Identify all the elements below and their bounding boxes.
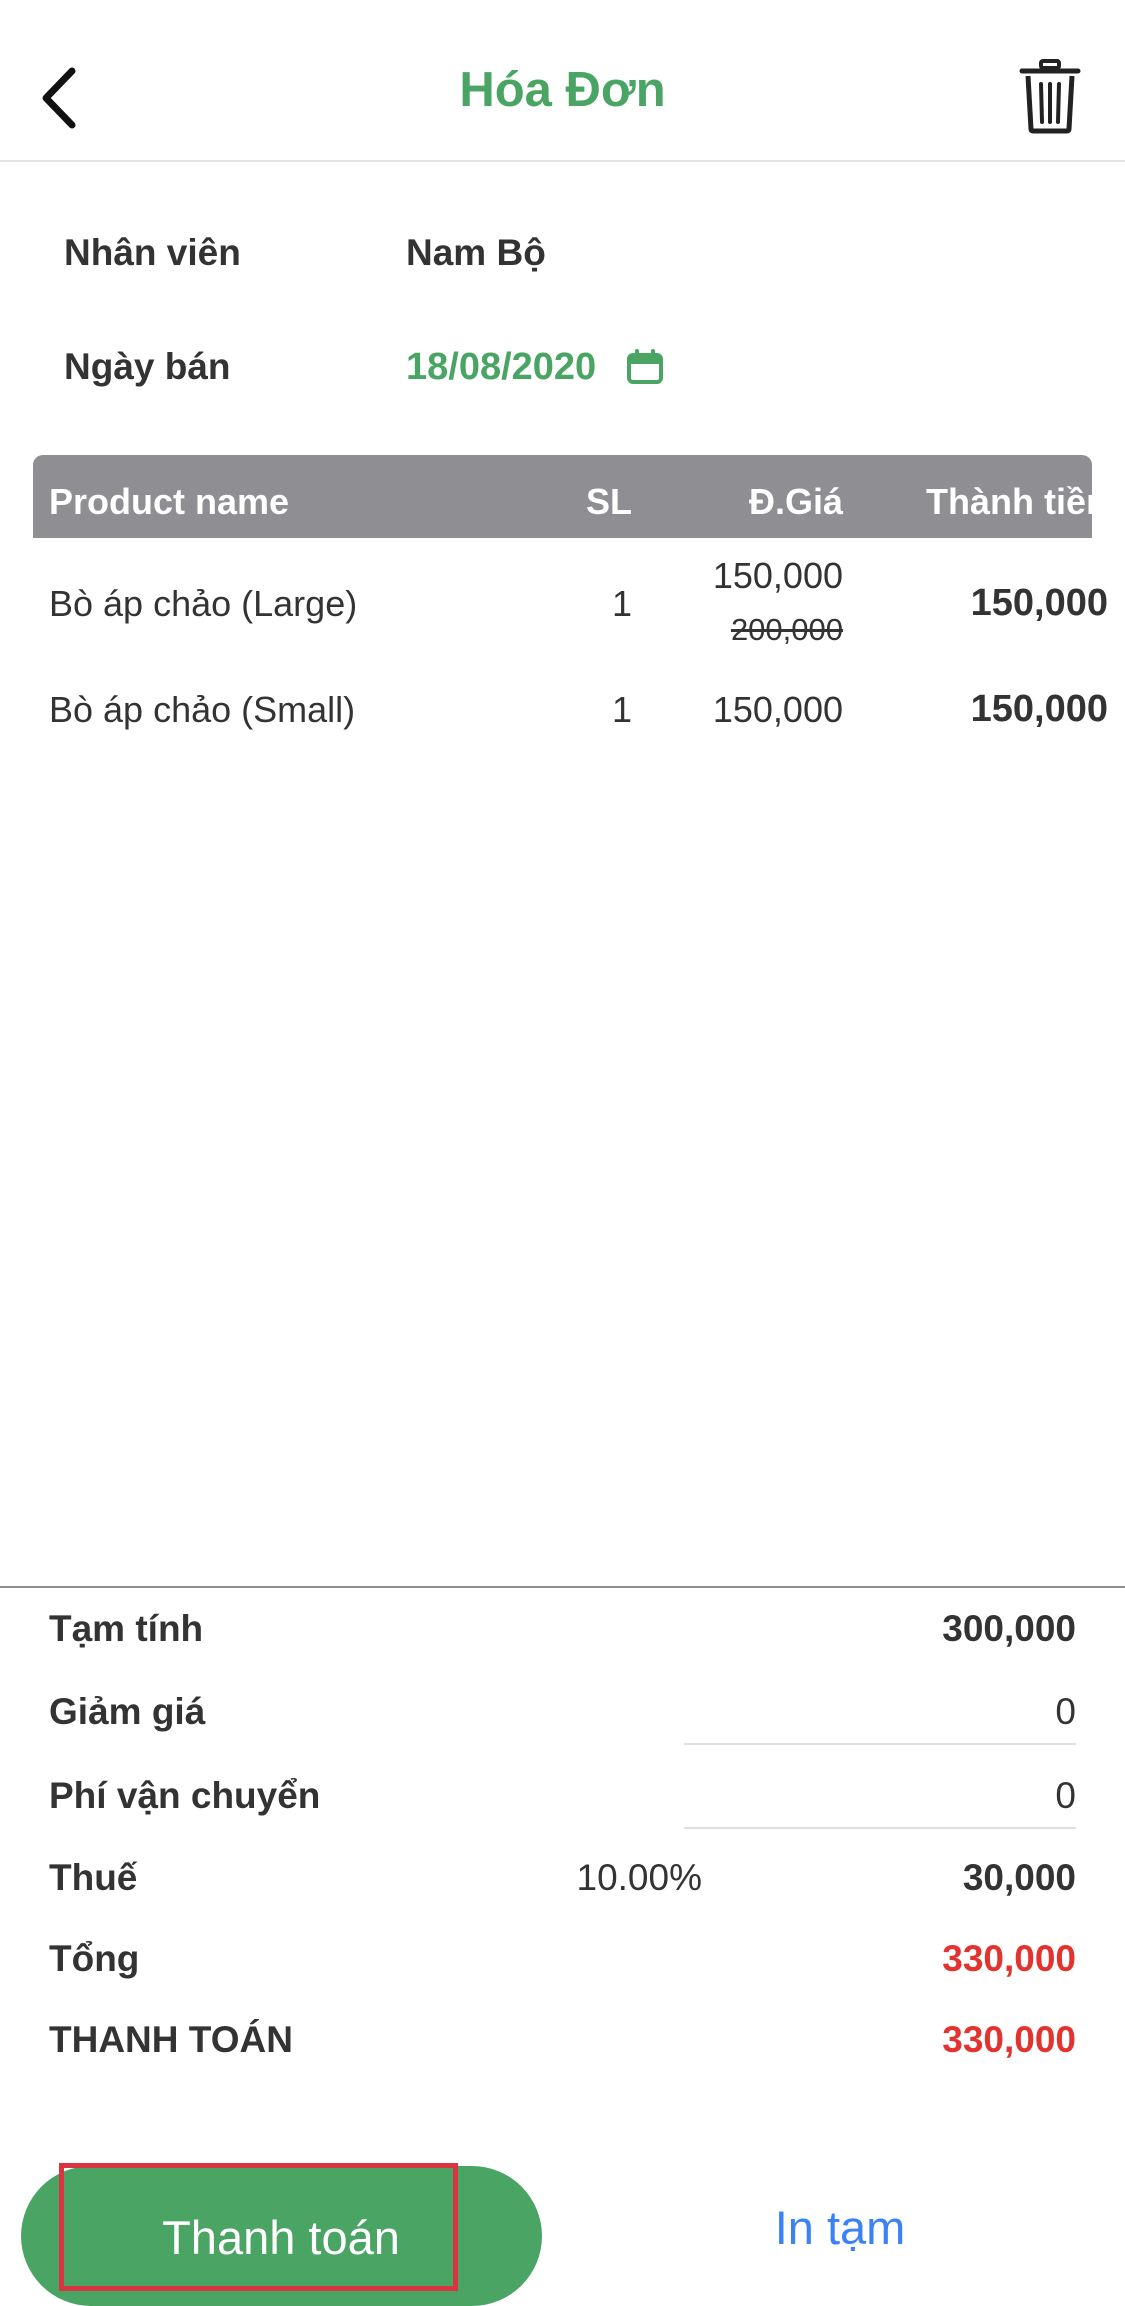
column-header-unit-price: Đ.Giá bbox=[748, 481, 843, 522]
staff-label: Nhân viên bbox=[64, 232, 241, 273]
subtotal-label: Tạm tính bbox=[49, 1608, 204, 1649]
original-price: 200,000 bbox=[730, 612, 843, 647]
discount-row: Giảm giá 0 bbox=[49, 1683, 1076, 1745]
table-header: Product name SL Đ.Giá Thành tiền bbox=[33, 455, 1108, 538]
pay-button[interactable]: Thanh toán bbox=[21, 2166, 542, 2306]
page-title: Hóa Đơn bbox=[459, 63, 666, 117]
total-value: 330,000 bbox=[942, 1938, 1076, 1979]
trash-icon bbox=[1019, 58, 1081, 139]
discount-label: Giảm giá bbox=[49, 1691, 206, 1732]
subtotal-row: Tạm tính 300,000 bbox=[49, 1600, 1076, 1660]
product-name: Bò áp chảo (Large) bbox=[49, 583, 358, 624]
shipping-fee-input[interactable]: 0 bbox=[684, 1767, 1076, 1829]
column-header-quantity: SL bbox=[585, 481, 632, 522]
table-row[interactable]: Bò áp chảo (Small) 1 150,000 150,000 bbox=[33, 687, 1108, 743]
date-row: Ngày bán 18/08/2020 bbox=[64, 337, 664, 397]
staff-value: Nam Bộ bbox=[406, 232, 546, 273]
staff-row: Nhân viên Nam Bộ bbox=[64, 223, 546, 283]
tax-value: 30,000 bbox=[962, 1857, 1076, 1898]
unit-price: 150,000 bbox=[712, 555, 843, 596]
total-row: Tổng 330,000 bbox=[49, 1930, 1076, 1990]
column-header-product-name: Product name bbox=[49, 481, 290, 522]
unit-price: 150,000 bbox=[712, 689, 843, 730]
tax-row: Thuế 10.00% 30,000 bbox=[49, 1849, 1076, 1909]
quantity: 1 bbox=[611, 689, 632, 730]
delete-button[interactable] bbox=[1015, 56, 1085, 140]
payment-value: 330,000 bbox=[942, 2019, 1076, 2060]
print-draft-button[interactable]: In tạm bbox=[700, 2200, 980, 2270]
quantity: 1 bbox=[611, 583, 632, 624]
tax-rate[interactable]: 10.00% bbox=[522, 1857, 703, 1899]
subtotal-value: 300,000 bbox=[942, 1608, 1076, 1649]
date-label: Ngày bán bbox=[64, 346, 231, 387]
table-row[interactable]: Bò áp chảo (Large) 1 150,000 200,000 150… bbox=[33, 555, 1108, 651]
pay-button-label: Thanh toán bbox=[162, 2211, 400, 2264]
payment-row: THANH TOÁN 330,000 bbox=[49, 2011, 1076, 2071]
line-total: 150,000 bbox=[970, 582, 1108, 624]
totals-divider bbox=[0, 1586, 1125, 1588]
top-bar: Hóa Đơn bbox=[0, 0, 1125, 162]
payment-label: THANH TOÁN bbox=[49, 2019, 293, 2060]
column-header-line-total: Thành tiền bbox=[926, 481, 1108, 522]
line-total: 150,000 bbox=[970, 688, 1108, 730]
calendar-icon[interactable] bbox=[626, 349, 664, 385]
product-name: Bò áp chảo (Small) bbox=[49, 689, 356, 730]
tax-label: Thuế bbox=[49, 1857, 138, 1898]
date-value[interactable]: 18/08/2020 bbox=[406, 346, 596, 389]
shipping-row: Phí vận chuyển 0 bbox=[49, 1767, 1076, 1829]
discount-input[interactable]: 0 bbox=[684, 1683, 1076, 1745]
total-label: Tổng bbox=[49, 1938, 140, 1979]
shipping-label: Phí vận chuyển bbox=[49, 1775, 321, 1816]
